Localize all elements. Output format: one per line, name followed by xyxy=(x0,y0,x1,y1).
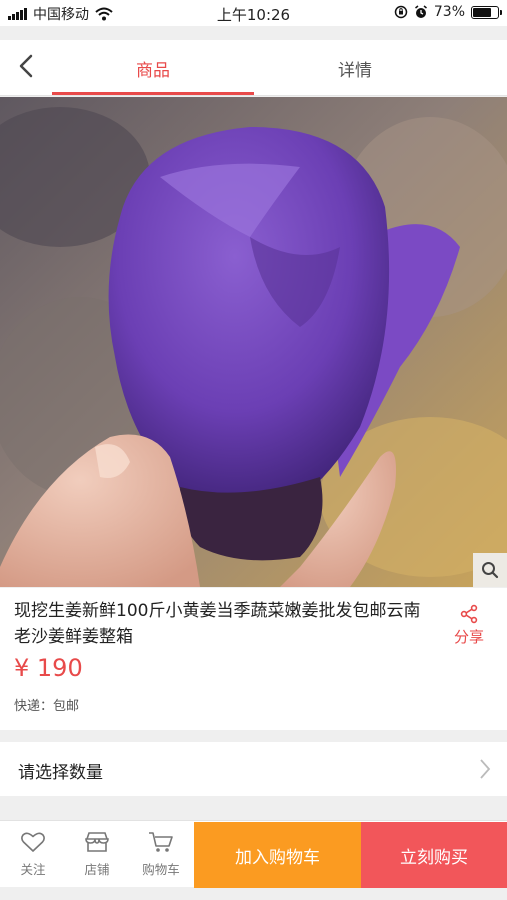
share-button[interactable]: 分享 xyxy=(449,604,489,647)
cart-label: 购物车 xyxy=(142,862,180,877)
status-right: 73% xyxy=(394,4,502,20)
zoom-button[interactable] xyxy=(473,553,507,587)
shop-button[interactable]: 店铺 xyxy=(65,821,129,888)
shipping-info: 快递：包邮 xyxy=(14,699,80,714)
lock-rotation-icon xyxy=(394,5,408,19)
shop-icon xyxy=(85,832,109,852)
share-icon xyxy=(460,604,478,624)
back-icon xyxy=(19,54,33,78)
product-photo xyxy=(0,97,507,587)
select-quantity-label: 请选择数量 xyxy=(18,763,103,783)
status-bar: 中国移动 上午10:26 73% xyxy=(0,0,507,26)
select-quantity-row[interactable]: 请选择数量 xyxy=(0,742,507,796)
search-icon xyxy=(482,562,499,579)
nav-bar: 商品 详情 xyxy=(0,40,507,96)
shop-label: 店铺 xyxy=(84,862,110,877)
active-tab-indicator xyxy=(52,92,254,95)
product-price: ¥ 190 xyxy=(14,654,83,682)
cart-button[interactable]: 购物车 xyxy=(129,821,193,888)
product-image[interactable] xyxy=(0,97,507,587)
back-button[interactable] xyxy=(8,48,44,84)
share-label: 分享 xyxy=(453,628,484,646)
tab-goods[interactable]: 商品 xyxy=(52,40,254,96)
favorite-button[interactable]: 关注 xyxy=(1,821,65,888)
alarm-icon xyxy=(414,5,427,18)
favorite-label: 关注 xyxy=(20,862,46,877)
buy-now-button[interactable]: 立刻购买 xyxy=(361,822,507,888)
product-info-card: 现挖生姜新鲜100斤小黄姜当季蔬菜嫩姜批发包邮云南老沙姜鲜姜整箱 分享 ¥ 19… xyxy=(0,588,507,730)
battery-text: 73% xyxy=(433,4,465,20)
product-title: 现挖生姜新鲜100斤小黄姜当季蔬菜嫩姜批发包邮云南老沙姜鲜姜整箱 xyxy=(14,601,421,647)
battery-icon xyxy=(471,5,502,19)
bottom-action-bar: 关注 店铺 购物车 加入购物车 立刻购买 xyxy=(0,820,507,888)
chevron-right-icon xyxy=(480,759,491,779)
add-to-cart-button[interactable]: 加入购物车 xyxy=(194,822,361,888)
cart-icon xyxy=(149,832,173,852)
tab-detail[interactable]: 详情 xyxy=(254,40,456,96)
heart-icon xyxy=(21,832,45,852)
